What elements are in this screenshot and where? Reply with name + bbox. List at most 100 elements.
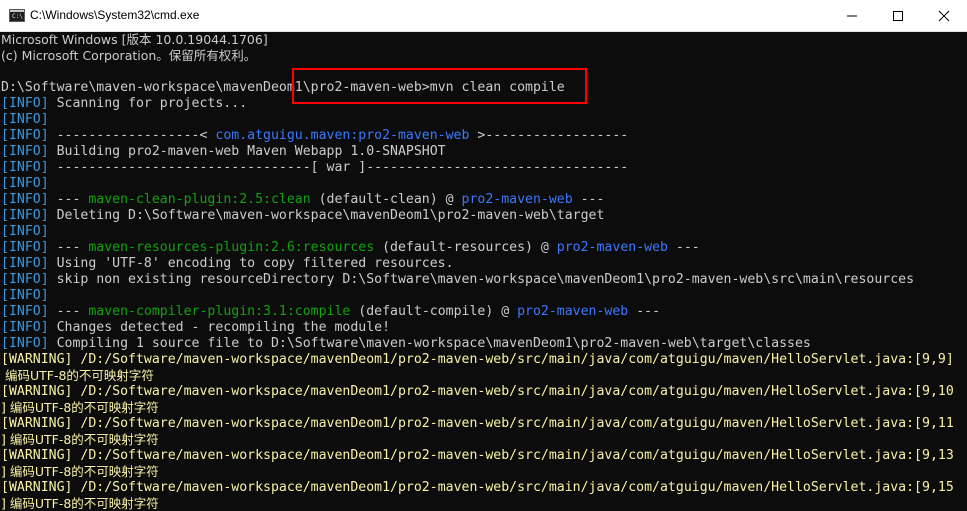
console-line: [INFO] Using 'UTF-8' encoding to copy fi… — [1, 256, 454, 272]
warning-tag: [WARNING] — [1, 480, 73, 495]
console-text: --- — [628, 304, 661, 319]
command-prompt: D:\Software\maven-workspace\mavenDeom1\p… — [1, 80, 430, 95]
console-text: Microsoft Windows [版本 10.0.19044.1706] — [1, 32, 268, 47]
warning-tag: [WARNING] — [1, 352, 73, 367]
console-line: [WARNING] /D:/Software/maven-workspace/m… — [1, 384, 954, 400]
info-tag: [INFO] — [1, 112, 49, 127]
console-line: [INFO] Building pro2-maven-web Maven Web… — [1, 144, 446, 160]
plugin-name: maven-compiler-plugin:3.1:compile — [88, 304, 351, 319]
maximize-icon — [893, 10, 903, 21]
console-text: Using 'UTF-8' encoding to copy filtered … — [48, 256, 454, 271]
info-tag: [INFO] — [1, 160, 49, 175]
project-name: pro2-maven-web — [517, 304, 629, 319]
console-text: Building pro2-maven-web Maven Webapp 1.0… — [48, 144, 446, 159]
info-tag: [INFO] — [1, 288, 49, 303]
window-title: C:\Windows\System32\cmd.exe — [30, 8, 200, 22]
console-text: --- — [48, 192, 89, 207]
console-scrollbar[interactable] — [958, 32, 967, 511]
console-line: [INFO] skip non existing resourceDirecto… — [1, 272, 914, 288]
project-name: pro2-maven-web — [556, 240, 668, 255]
console-text: ------------------< — [48, 128, 216, 143]
warning-text: /D:/Software/maven-workspace/mavenDeom1/… — [72, 352, 954, 367]
info-tag: [INFO] — [1, 224, 49, 239]
console-text: (c) Microsoft Corporation。保留所有权利。 — [1, 48, 257, 63]
console-text: --------------------------------[ war ]-… — [48, 160, 629, 175]
console-line: [INFO] — [1, 224, 49, 240]
console-text: Compiling 1 source file to D:\Software\m… — [48, 336, 811, 351]
info-tag: [INFO] — [1, 176, 49, 191]
console-text: Scanning for projects... — [48, 96, 248, 111]
console-line: [INFO] Scanning for projects... — [1, 96, 247, 112]
info-tag: [INFO] — [1, 128, 49, 143]
info-tag: [INFO] — [1, 144, 49, 159]
console-text: --- — [48, 304, 89, 319]
info-tag: [INFO] — [1, 272, 49, 287]
info-tag: [INFO] — [1, 240, 49, 255]
info-tag: [INFO] — [1, 96, 49, 111]
close-icon — [938, 10, 950, 21]
warning-text: /D:/Software/maven-workspace/mavenDeom1/… — [72, 480, 954, 495]
console-text: >------------------ — [469, 128, 629, 143]
warning-tag: [WARNING] — [1, 384, 73, 399]
close-button[interactable] — [921, 0, 967, 31]
warning-text: ] 编码UTF-8的不可映射字符 — [1, 432, 159, 447]
warning-text: /D:/Software/maven-workspace/mavenDeom1/… — [72, 416, 954, 431]
console-line: Microsoft Windows [版本 10.0.19044.1706] — [1, 32, 268, 48]
console-line: ] 编码UTF-8的不可映射字符 — [1, 400, 159, 416]
command-line: D:\Software\maven-workspace\mavenDeom1\p… — [1, 80, 565, 96]
console-line: [INFO] Deleting D:\Software\maven-worksp… — [1, 208, 604, 224]
warning-tag: [WARNING] — [1, 448, 73, 463]
warning-text: ] 编码UTF-8的不可映射字符 — [1, 400, 159, 415]
console-line: [WARNING] /D:/Software/maven-workspace/m… — [1, 352, 954, 368]
console-line: [INFO] --------------------------------[… — [1, 160, 628, 176]
console-text: skip non existing resourceDirectory D:\S… — [48, 272, 915, 287]
minimize-button[interactable] — [829, 0, 875, 31]
console-text: --- — [572, 192, 605, 207]
info-tag: [INFO] — [1, 320, 49, 335]
console-line: [INFO] --- maven-resources-plugin:2.6:re… — [1, 240, 700, 256]
warning-text: 编码UTF-8的不可映射字符 — [1, 368, 154, 383]
console-line: [INFO] — [1, 112, 49, 128]
title-bar[interactable]: C:\ C:\Windows\System32\cmd.exe — [0, 0, 967, 32]
console-line: [WARNING] /D:/Software/maven-workspace/m… — [1, 448, 954, 464]
project-name: pro2-maven-web — [461, 192, 573, 207]
project-id: com.atguigu.maven:pro2-maven-web — [215, 128, 470, 143]
cmd-window: C:\ C:\Windows\System32\cmd.exe Microsof… — [0, 0, 967, 511]
console-line: [INFO] --- maven-compiler-plugin:3.1:com… — [1, 304, 660, 320]
minimize-icon — [847, 15, 857, 16]
console-text: --- — [48, 240, 89, 255]
plugin-name: maven-resources-plugin:2.6:resources — [88, 240, 375, 255]
warning-text: ] 编码UTF-8的不可映射字符 — [1, 464, 159, 479]
warning-text: ] 编码UTF-8的不可映射字符 — [1, 496, 159, 511]
command-text: mvn clean compile — [429, 80, 565, 95]
info-tag: [INFO] — [1, 304, 49, 319]
console-text: Deleting D:\Software\maven-workspace\mav… — [48, 208, 605, 223]
maximize-button[interactable] — [875, 0, 921, 31]
console-text: --- — [667, 240, 700, 255]
console-line: [INFO] ------------------< com.atguigu.m… — [1, 128, 628, 144]
cmd-app-icon: C:\ — [9, 9, 25, 22]
warning-text: /D:/Software/maven-workspace/mavenDeom1/… — [72, 448, 954, 463]
console-line: [INFO] — [1, 288, 49, 304]
console-line: ] 编码UTF-8的不可映射字符 — [1, 496, 159, 511]
console-line: [WARNING] /D:/Software/maven-workspace/m… — [1, 480, 954, 496]
console-line: [INFO] Compiling 1 source file to D:\Sof… — [1, 336, 811, 352]
console-text: (default-compile) @ — [350, 304, 518, 319]
info-tag: [INFO] — [1, 192, 49, 207]
console-line: [INFO] --- maven-clean-plugin:2.5:clean … — [1, 192, 604, 208]
console-text: (default-resources) @ — [374, 240, 557, 255]
info-tag: [INFO] — [1, 256, 49, 271]
console-line: ] 编码UTF-8的不可映射字符 — [1, 432, 159, 448]
console-line: [INFO] — [1, 176, 49, 192]
info-tag: [INFO] — [1, 336, 49, 351]
warning-text: /D:/Software/maven-workspace/mavenDeom1/… — [72, 384, 954, 399]
console-line: 编码UTF-8的不可映射字符 — [1, 368, 154, 384]
console-line: (c) Microsoft Corporation。保留所有权利。 — [1, 48, 256, 64]
console-output[interactable]: Microsoft Windows [版本 10.0.19044.1706] (… — [0, 32, 967, 511]
console-text: Changes detected - recompiling the modul… — [48, 320, 391, 335]
warning-tag: [WARNING] — [1, 416, 73, 431]
info-tag: [INFO] — [1, 208, 49, 223]
console-text: (default-clean) @ — [310, 192, 462, 207]
console-line: ] 编码UTF-8的不可映射字符 — [1, 464, 159, 480]
plugin-name: maven-clean-plugin:2.5:clean — [88, 192, 311, 207]
